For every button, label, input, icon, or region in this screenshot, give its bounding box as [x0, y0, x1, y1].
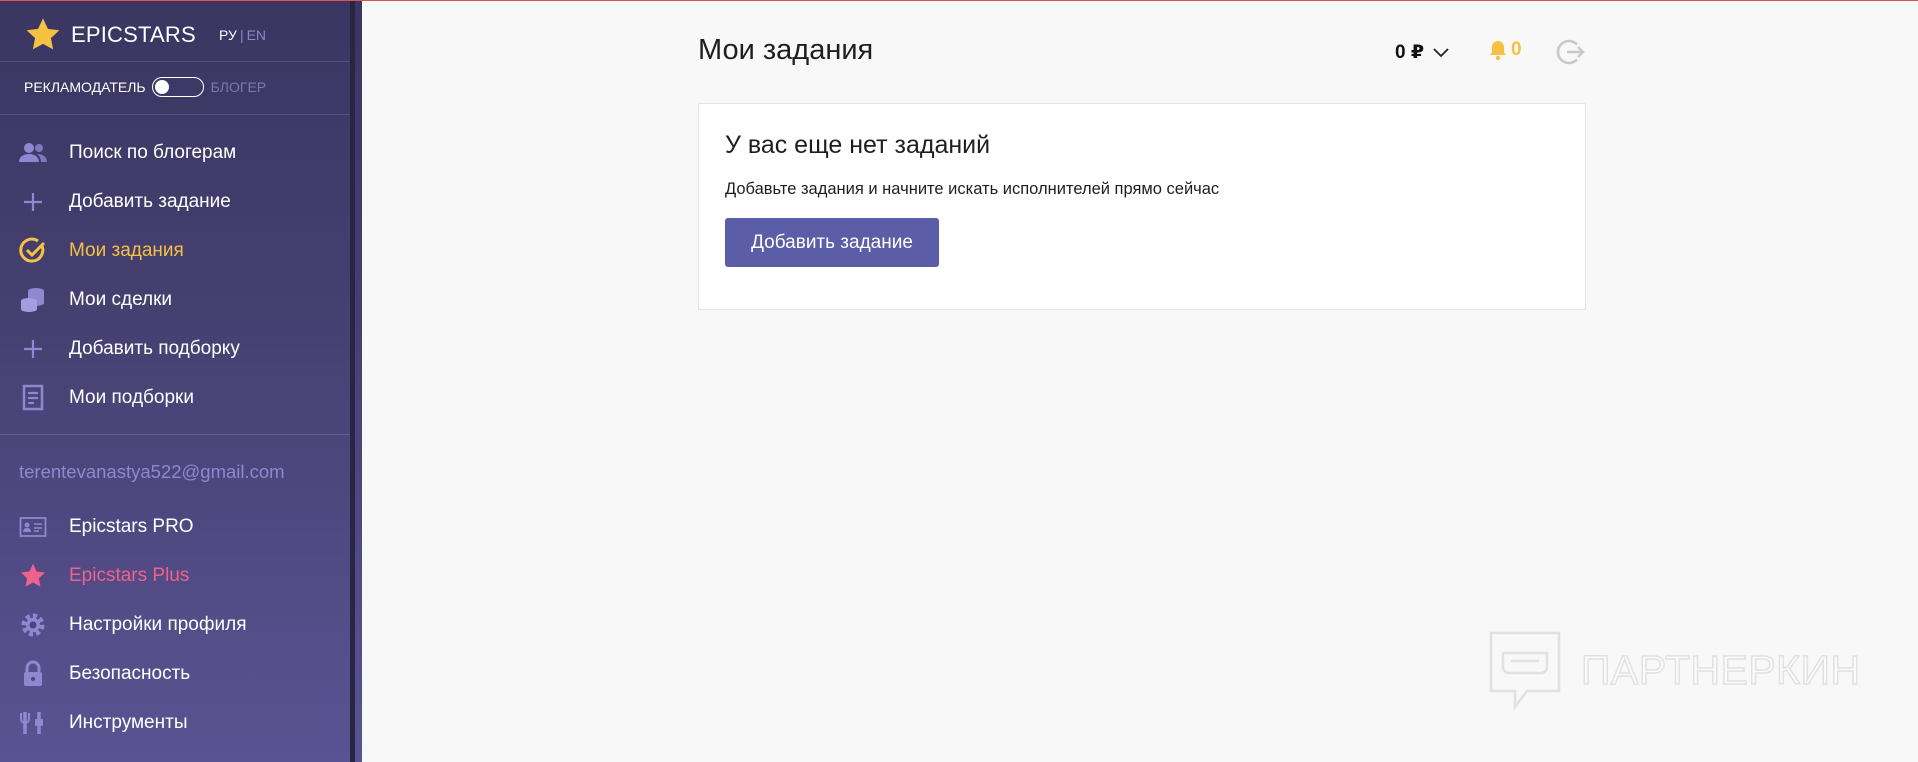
- notifications-count: 0: [1511, 39, 1522, 60]
- role-switch: РЕКЛАМОДАТЕЛЬ БЛОГЕР: [24, 77, 266, 97]
- sidebar: EPICSTARS РУ | EN РЕКЛАМОДАТЕЛЬ БЛОГЕР Пои…: [0, 1, 362, 762]
- brand-logo[interactable]: EPICSTARS: [24, 15, 196, 55]
- watermark-text: ПАРТНЕРКИН: [1580, 646, 1861, 694]
- empty-state-card: У вас еще нет заданий Добавьте задания и…: [698, 103, 1586, 310]
- page-title: Мои задания: [698, 34, 874, 66]
- notifications-button[interactable]: 0: [1488, 39, 1522, 61]
- users-icon: [18, 138, 48, 168]
- brand-name: EPICSTARS: [71, 22, 196, 47]
- star-logo-icon: [26, 18, 60, 50]
- sidebar-edge: [350, 1, 355, 762]
- coins-icon: [18, 285, 48, 315]
- logout-icon: [1556, 39, 1585, 65]
- watermark: ПАРТНЕРКИН: [1487, 629, 1861, 711]
- empty-state-heading: У вас еще нет заданий: [725, 131, 991, 159]
- empty-state-text: Добавьте задания и начните искать исполн…: [725, 180, 1220, 198]
- nav-item-add-task[interactable]: Добавить задание: [0, 177, 350, 226]
- nav-label: Добавить задание: [69, 190, 231, 212]
- role-toggle[interactable]: [151, 77, 204, 97]
- logout-button[interactable]: [1555, 38, 1585, 71]
- add-task-button[interactable]: Добавить задание: [725, 218, 939, 267]
- balance-dropdown[interactable]: 0 ₽: [1395, 41, 1450, 64]
- chevron-down-icon: [1433, 47, 1449, 57]
- check-circle-icon: [18, 236, 48, 266]
- nav-label: Epicstars PRO: [69, 515, 194, 537]
- role-advertiser-label[interactable]: РЕКЛАМОДАТЕЛЬ: [24, 79, 146, 95]
- divider: [0, 434, 350, 435]
- gear-icon: [18, 610, 48, 640]
- watermark-logo-icon: [1489, 631, 1561, 711]
- nav-item-my-deals[interactable]: Мои сделки: [0, 275, 350, 324]
- nav-label: Добавить подборку: [69, 337, 240, 359]
- nav-item-epicstars-plus[interactable]: Epicstars Plus: [0, 551, 350, 600]
- nav-label: Epicstars Plus: [69, 564, 190, 586]
- lang-separator: |: [239, 27, 244, 43]
- toggle-knob: [154, 80, 169, 94]
- id-card-icon: [18, 512, 48, 542]
- lang-ru[interactable]: РУ: [219, 27, 237, 43]
- nav-item-epicstars-pro[interactable]: Epicstars PRO: [0, 502, 350, 551]
- language-switcher: РУ | EN: [219, 27, 266, 43]
- balance-value: 0 ₽: [1395, 42, 1425, 63]
- divider: [0, 61, 350, 62]
- star-icon: [18, 561, 48, 591]
- nav-label: Мои сделки: [69, 288, 173, 310]
- plus-icon: [18, 187, 48, 217]
- role-blogger-label[interactable]: БЛОГЕР: [211, 79, 267, 95]
- divider: [0, 114, 350, 115]
- nav-item-my-tasks[interactable]: Мои задания: [0, 226, 350, 275]
- nav-label: Мои подборки: [69, 386, 194, 408]
- nav-item-tools[interactable]: Инструменты: [0, 698, 350, 747]
- nav-item-search-bloggers[interactable]: Поиск по блогерам: [0, 128, 350, 177]
- lang-en[interactable]: EN: [247, 27, 266, 43]
- user-email: terentevanastya522@gmail.com: [19, 461, 285, 482]
- list-doc-icon: [18, 383, 48, 413]
- tools-icon: [18, 708, 48, 738]
- main-nav: Поиск по блогерам Добавить задание Мои з…: [0, 128, 350, 422]
- nav-label: Поиск по блогерам: [69, 141, 237, 163]
- nav-item-security[interactable]: Безопасность: [0, 649, 350, 698]
- nav-item-add-collection[interactable]: Добавить подборку: [0, 324, 350, 373]
- nav-item-my-collections[interactable]: Мои подборки: [0, 373, 350, 422]
- nav-label: Инструменты: [69, 711, 188, 733]
- lock-icon: [18, 659, 48, 689]
- nav-label: Мои задания: [69, 239, 184, 261]
- bell-icon: [1490, 41, 1506, 61]
- account-nav: Epicstars PRO Epicstars Plus Настройки п…: [0, 502, 350, 747]
- nav-label: Безопасность: [69, 662, 191, 684]
- nav-label: Настройки профиля: [69, 613, 247, 635]
- nav-item-profile-settings[interactable]: Настройки профиля: [0, 600, 350, 649]
- plus-icon: [18, 334, 48, 364]
